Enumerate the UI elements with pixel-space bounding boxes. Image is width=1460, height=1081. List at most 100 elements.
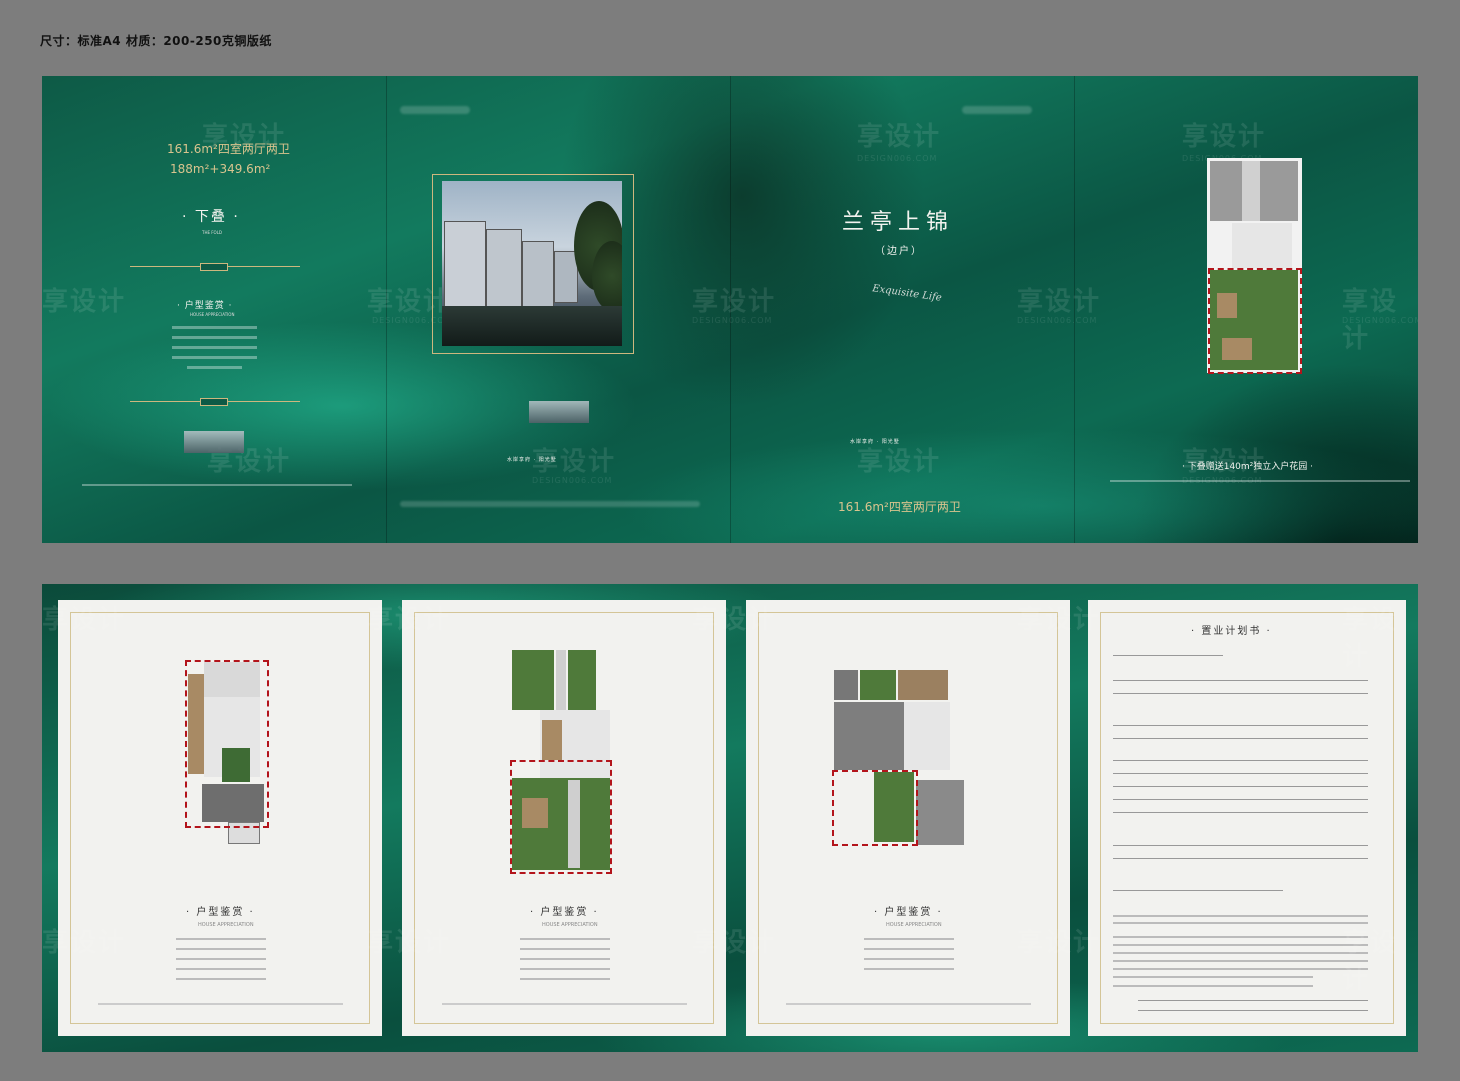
form-text	[1113, 952, 1368, 954]
garden-outline	[1208, 268, 1302, 374]
form-line	[1113, 858, 1368, 859]
watermark: 享设计	[692, 287, 777, 317]
fold-title: · 下叠 ·	[182, 209, 240, 225]
section-title: · 户型鉴赏 ·	[177, 301, 233, 311]
watermark-en: DESIGN006.COM	[857, 154, 938, 163]
body-text-line	[187, 366, 242, 369]
text-line	[864, 938, 954, 940]
text-line	[176, 978, 266, 980]
body-text-line	[172, 346, 257, 349]
panel-title: · 户型鉴赏 ·	[186, 907, 255, 918]
body-text-line	[172, 336, 257, 339]
garden	[568, 650, 596, 710]
room	[1232, 223, 1292, 268]
footnote-line	[98, 1003, 343, 1005]
building-thumbnail	[184, 431, 244, 453]
garden-note: · 下叠赠送140m²独立入户花园 ·	[1182, 462, 1314, 472]
footer-blur	[400, 501, 700, 507]
footnote-line	[786, 1003, 1031, 1005]
panel-title: · 户型鉴赏 ·	[874, 907, 943, 918]
project-title: 兰亭上锦	[842, 210, 955, 235]
watermark: 享设计	[1017, 287, 1102, 317]
logo-blur	[962, 106, 1032, 114]
text-line	[176, 948, 266, 950]
watermark: 享设计	[42, 928, 127, 958]
section-title-en: HOUSE APPRECIATION	[190, 312, 235, 317]
ground	[442, 306, 622, 346]
garden	[512, 650, 554, 710]
room	[898, 670, 948, 700]
script-logo: Exquisite Life	[871, 283, 943, 304]
watermark-en: DESIGN006.COM	[1017, 316, 1098, 325]
form-line	[1113, 799, 1368, 800]
tagline: 水岸享府 · 阳光墅	[507, 457, 557, 463]
garden-outline	[510, 760, 612, 874]
text-line	[520, 968, 610, 970]
building	[444, 221, 486, 313]
bedroom	[834, 702, 904, 770]
building-photo	[442, 181, 622, 346]
text-line	[864, 968, 954, 970]
fold-title-en: THE FOLD	[202, 230, 223, 235]
plan-panel-3: · 户型鉴赏 · HOUSE APPRECIATION	[746, 600, 1070, 1036]
footnote-line	[82, 484, 352, 486]
project-subtitle: （边户）	[875, 246, 923, 257]
watermark: 享设计	[42, 287, 127, 317]
form-line	[1113, 812, 1368, 813]
watermark-en: DESIGN006.COM	[692, 316, 773, 325]
area-line-1: 161.6m²四室两厅两卫	[167, 142, 290, 156]
plan-panel-2: · 户型鉴赏 · HOUSE APPRECIATION	[402, 600, 726, 1036]
elevator	[834, 670, 858, 700]
form-line	[1113, 890, 1283, 891]
terrace	[860, 670, 896, 700]
form-text	[1113, 922, 1368, 924]
form-text	[1113, 985, 1313, 987]
building	[522, 241, 554, 308]
bedroom	[916, 780, 964, 845]
inner-spread: · 户型鉴赏 · HOUSE APPRECIATION · 户型鉴赏 · HOU…	[42, 584, 1418, 1052]
divider-ornament	[200, 398, 228, 406]
stair	[1242, 161, 1260, 221]
text-line	[176, 958, 266, 960]
spec-text: 尺寸：标准A4 材质：200-250克铜版纸	[40, 34, 272, 48]
text-line	[864, 958, 954, 960]
plan-outline	[185, 660, 269, 828]
watermark: 享设计	[692, 928, 777, 958]
form-text	[1113, 915, 1368, 917]
form-line	[1113, 738, 1368, 739]
logo-blur	[400, 106, 470, 114]
form-line	[1113, 845, 1368, 846]
watermark: 享设计	[1017, 928, 1102, 958]
area-line-2: 188m²+349.6m²	[170, 162, 271, 176]
form-line	[1113, 773, 1368, 774]
watermark: 享设计	[367, 605, 452, 635]
signature-line	[1138, 1000, 1368, 1001]
form-line	[1113, 725, 1368, 726]
stair	[556, 650, 566, 710]
building	[486, 229, 522, 311]
text-line	[520, 958, 610, 960]
form-text	[1113, 944, 1368, 946]
form-text	[1113, 976, 1313, 978]
form-title: · 置业计划书 ·	[1191, 626, 1272, 637]
body-text-line	[172, 356, 257, 359]
form-line	[1113, 760, 1368, 761]
form-line	[1113, 655, 1223, 656]
room	[904, 702, 950, 770]
watermark: 享设计	[857, 122, 942, 152]
building-thumbnail	[529, 401, 589, 423]
tagline: 水岸享府 · 阳光墅	[850, 439, 900, 445]
panel-title-en: HOUSE APPRECIATION	[198, 922, 254, 928]
text-line	[520, 948, 610, 950]
floor-plan-upper	[832, 670, 964, 846]
watermark: 享设计	[1342, 605, 1399, 672]
panel-title-en: HOUSE APPRECIATION	[886, 922, 942, 928]
form-text	[1113, 968, 1368, 970]
watermark-en: DESIGN006.COM	[1342, 316, 1418, 325]
watermark: 享设计	[1182, 122, 1267, 152]
area-text: 161.6m²四室两厅两卫	[838, 500, 961, 514]
text-line	[176, 968, 266, 970]
date-line	[1138, 1010, 1368, 1011]
body-text-line	[172, 326, 257, 329]
panel-title-en: HOUSE APPRECIATION	[542, 922, 598, 928]
